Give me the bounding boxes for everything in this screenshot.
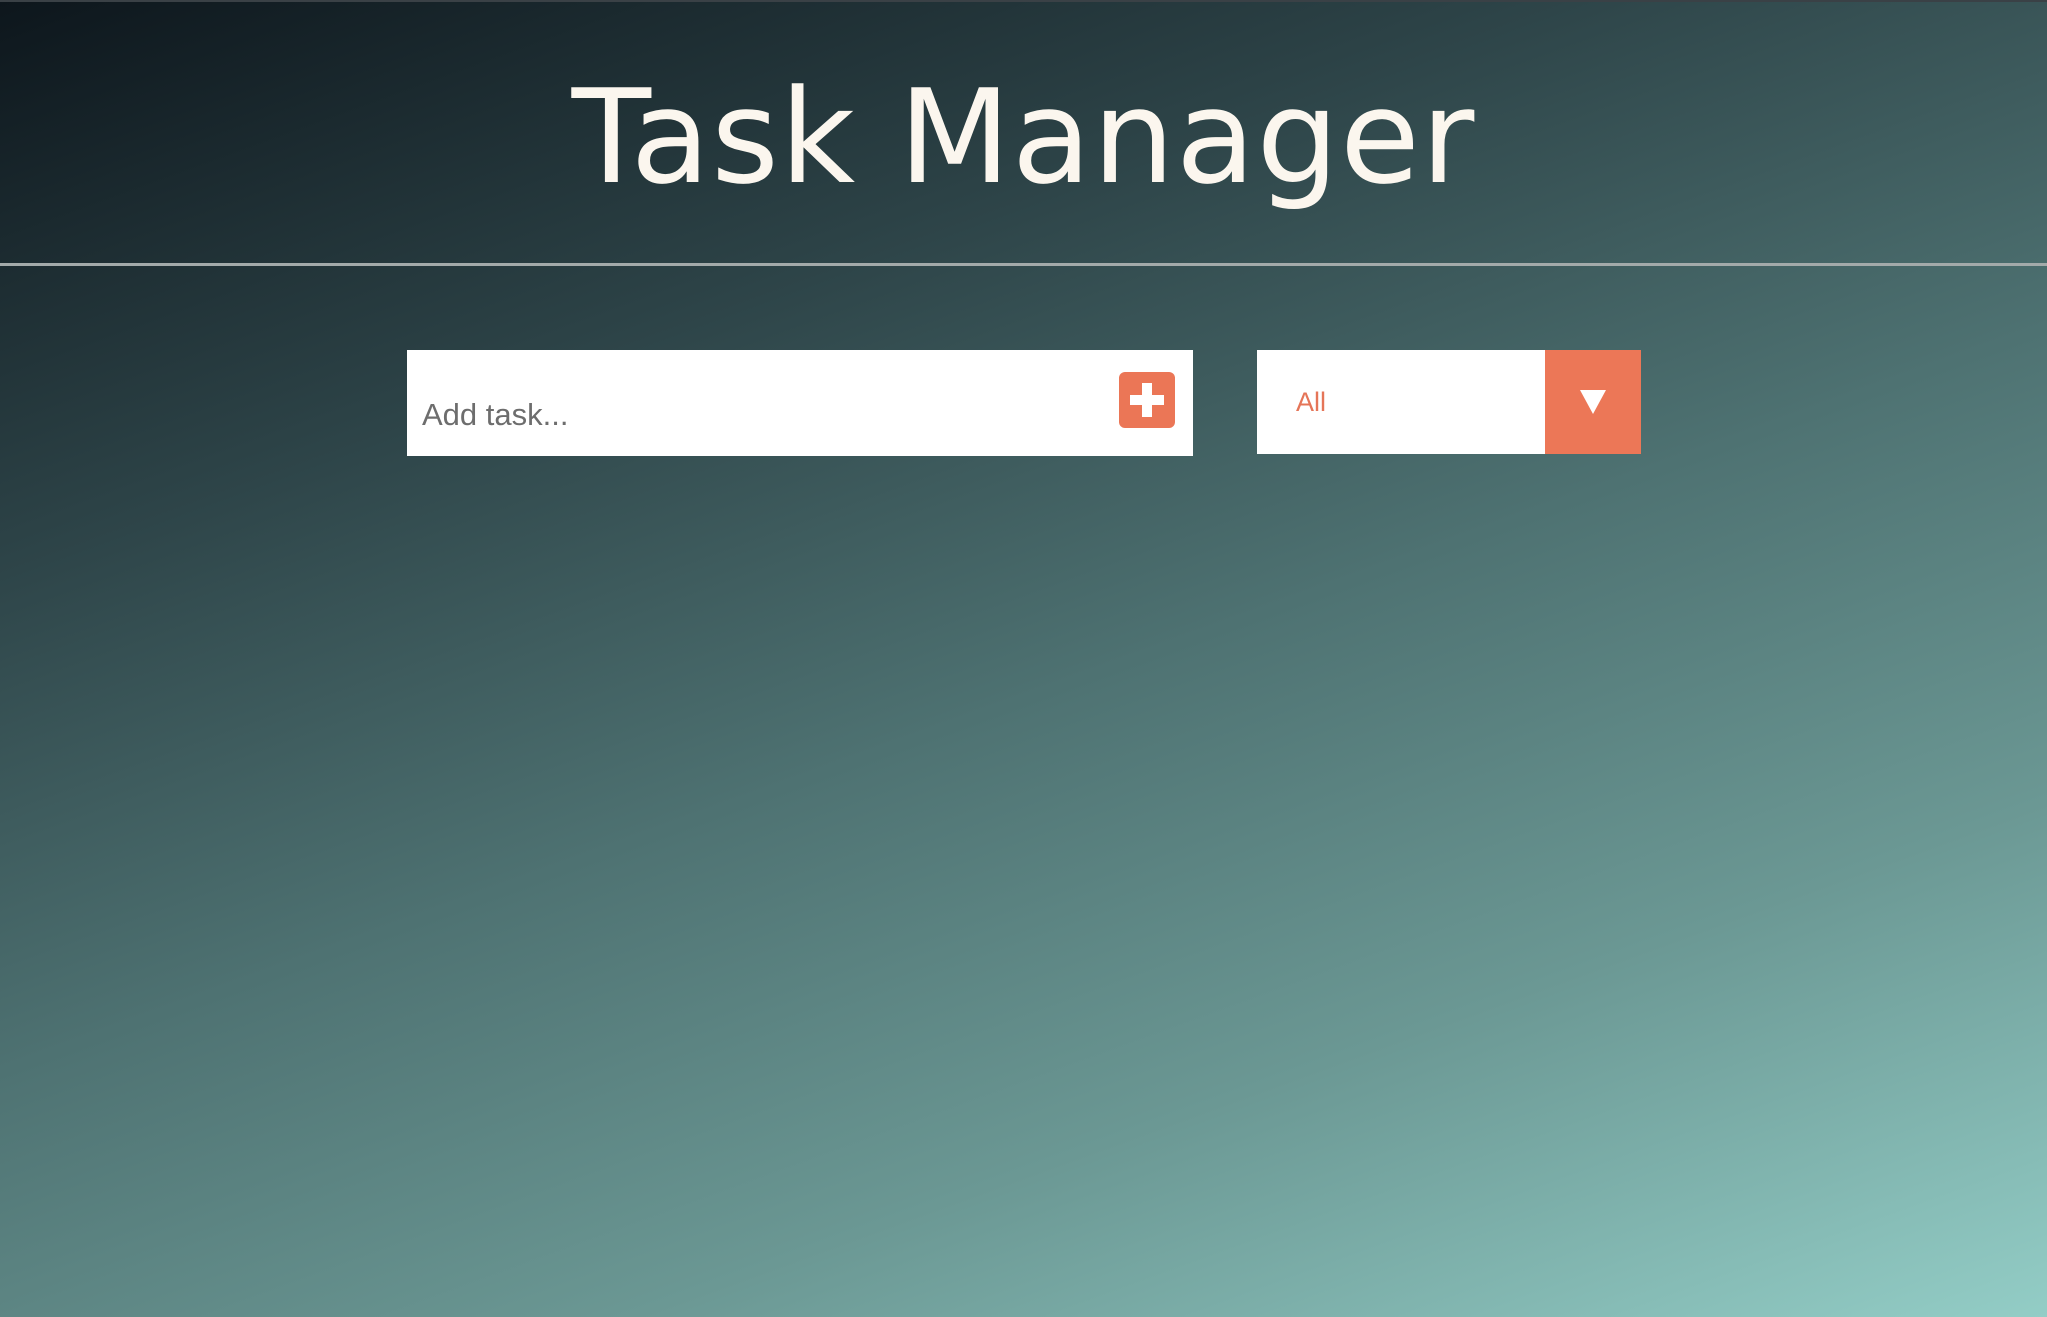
filter-dropdown-button[interactable] xyxy=(1545,350,1641,454)
page-title: Task Manager xyxy=(571,61,1476,213)
triangle-down-icon xyxy=(1580,390,1606,414)
plus-square-icon xyxy=(1130,383,1164,417)
page-header: Task Manager xyxy=(0,0,2047,266)
add-task-input[interactable] xyxy=(407,350,1107,456)
add-task-button[interactable] xyxy=(1119,372,1175,428)
filter-selected-value: All xyxy=(1296,387,1327,417)
filter-select[interactable]: All xyxy=(1257,350,1641,454)
add-task-form xyxy=(407,350,1193,456)
